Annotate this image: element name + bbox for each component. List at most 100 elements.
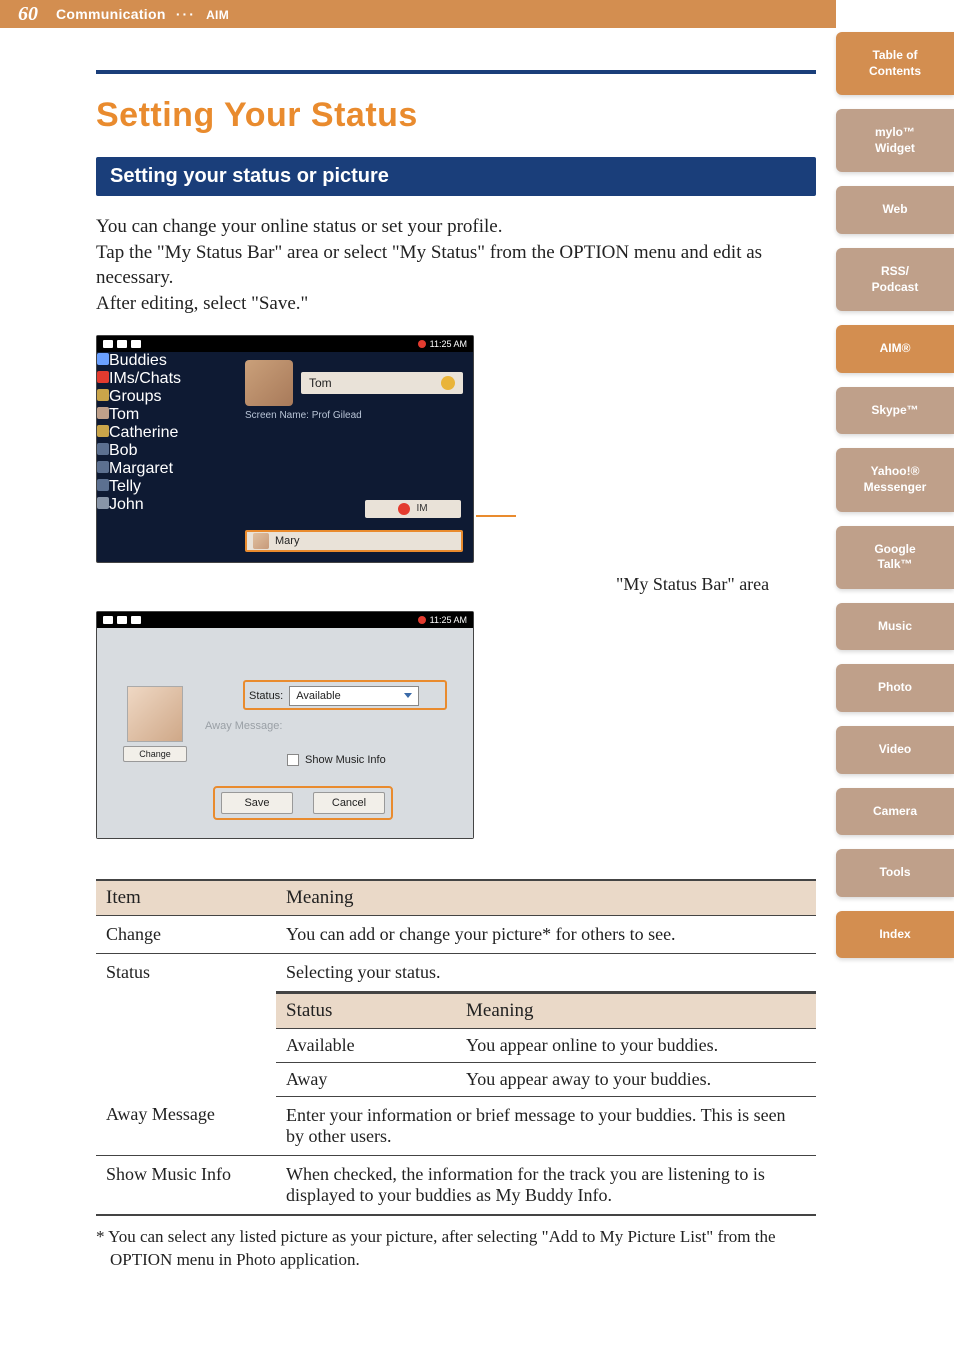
nav-tab[interactable]: Tools bbox=[836, 849, 954, 897]
screenshot-my-status: 11:25 AM My Status Change Status: Availa… bbox=[96, 611, 474, 839]
sidebar-label: Buddies bbox=[109, 352, 167, 369]
contact-row[interactable]: Bob bbox=[97, 442, 229, 460]
contact-name: Bob bbox=[109, 442, 137, 459]
cell-meaning: You appear online to your buddies. bbox=[456, 1028, 816, 1062]
cell-status: Away bbox=[276, 1062, 456, 1096]
clock-text: 11:25 AM bbox=[430, 615, 467, 625]
aim-badge-icon bbox=[441, 376, 455, 390]
table-row: AvailableYou appear online to your buddi… bbox=[276, 1028, 816, 1062]
table-row: Show Music Info When checked, the inform… bbox=[96, 1155, 816, 1215]
breadcrumb-section: Communication bbox=[56, 6, 166, 22]
nav-tab[interactable]: Photo bbox=[836, 664, 954, 712]
person-icon bbox=[97, 443, 109, 455]
chat-icon bbox=[131, 616, 141, 624]
contact-row-tom[interactable]: Tom bbox=[97, 406, 229, 424]
show-music-label: Show Music Info bbox=[305, 754, 386, 766]
screen-name-label: Screen Name: bbox=[245, 410, 309, 421]
rec-dot-icon bbox=[418, 340, 426, 348]
cell-item: Away Message bbox=[96, 1096, 276, 1155]
contact-name: John bbox=[109, 496, 144, 513]
aim-icon bbox=[97, 371, 109, 383]
highlight-frame-status bbox=[243, 680, 447, 710]
sidebar-label: Groups bbox=[109, 388, 161, 405]
table-row: Status Selecting your status. bbox=[96, 953, 816, 991]
contact-row[interactable]: Catherine bbox=[97, 424, 229, 442]
rec-dot-icon bbox=[418, 616, 426, 624]
nav-tab[interactable]: Skype™ bbox=[836, 387, 954, 435]
groups-icon bbox=[97, 389, 109, 401]
avatar-thumb-icon bbox=[97, 407, 109, 419]
buddies-icon bbox=[97, 353, 109, 365]
contact-name: Tom bbox=[109, 406, 139, 423]
page-header: 60 Communication ··· AIM bbox=[0, 0, 836, 28]
wifi-icon bbox=[117, 616, 127, 624]
buddy-sidebar: Buddies IMs/Chats Groups Tom Catherine B… bbox=[97, 352, 229, 562]
body-p1: You can change your online status or set… bbox=[96, 214, 816, 240]
sidebar-item-buddies[interactable]: Buddies bbox=[97, 352, 229, 370]
checkbox[interactable] bbox=[287, 754, 299, 766]
nav-tab[interactable]: Video bbox=[836, 726, 954, 774]
nav-tab[interactable]: GoogleTalk™ bbox=[836, 526, 954, 589]
chat-icon bbox=[131, 340, 141, 348]
im-button[interactable]: IM bbox=[365, 500, 461, 518]
nav-tab[interactable]: Table ofContents bbox=[836, 32, 954, 95]
table-row: Away Message Enter your information or b… bbox=[96, 1096, 816, 1155]
status-subtable: StatusMeaning AvailableYou appear online… bbox=[276, 992, 816, 1096]
contact-name-bar: Tom bbox=[301, 372, 463, 394]
table-row: Change You can add or change your pictur… bbox=[96, 915, 816, 953]
my-status-bar[interactable]: Mary bbox=[245, 530, 463, 552]
nav-tab[interactable]: mylo™Widget bbox=[836, 109, 954, 172]
page-title: Setting Your Status bbox=[96, 96, 816, 135]
im-label: IM bbox=[416, 503, 427, 514]
contact-avatar bbox=[245, 360, 293, 406]
contact-row[interactable]: John bbox=[97, 496, 229, 514]
main-content: Setting Your Status Setting your status … bbox=[96, 70, 816, 1271]
table-row: AwayYou appear away to your buddies. bbox=[276, 1062, 816, 1096]
status-icons bbox=[103, 340, 141, 348]
battery-icon bbox=[103, 340, 113, 348]
person-icon bbox=[97, 479, 109, 491]
body-p3: After editing, select "Save." bbox=[96, 291, 816, 317]
sidebar-item-ims[interactable]: IMs/Chats bbox=[97, 370, 229, 388]
breadcrumb: Communication ··· AIM bbox=[56, 6, 229, 22]
cell-meaning: Selecting your status. bbox=[276, 953, 816, 991]
cell-item: Status bbox=[96, 953, 276, 1096]
show-music-row[interactable]: Show Music Info bbox=[287, 754, 386, 766]
table-header-row: Item Meaning bbox=[96, 880, 816, 916]
breadcrumb-sep: ··· bbox=[176, 6, 196, 22]
right-tab-rail: Table ofContents mylo™Widget Web RSS/Podcas… bbox=[836, 28, 954, 958]
contact-name: Margaret bbox=[109, 460, 173, 477]
aim-dot-icon bbox=[398, 503, 410, 515]
contact-row[interactable]: Telly bbox=[97, 478, 229, 496]
divider-rule bbox=[96, 70, 816, 74]
nav-tab[interactable]: Music bbox=[836, 603, 954, 651]
callout-label: "My Status Bar" area bbox=[616, 574, 769, 595]
contact-row[interactable]: Margaret bbox=[97, 460, 229, 478]
my-status-user: Mary bbox=[275, 535, 299, 547]
screen-name-value: Prof Gilead bbox=[312, 410, 362, 421]
nav-tab[interactable]: Camera bbox=[836, 788, 954, 836]
section-heading: Setting your status or picture bbox=[96, 157, 816, 196]
body-text: You can change your online status or set… bbox=[96, 214, 816, 317]
nav-tab[interactable]: Web bbox=[836, 186, 954, 234]
contact-detail: Tom Screen Name: Prof Gilead bbox=[245, 360, 463, 421]
clock-text: 11:25 AM bbox=[430, 339, 467, 349]
person-icon bbox=[97, 497, 109, 509]
nav-tab[interactable]: RSS/Podcast bbox=[836, 248, 954, 311]
contact-name-text: Tom bbox=[309, 376, 332, 390]
sidebar-item-groups[interactable]: Groups bbox=[97, 388, 229, 406]
away-message-row: Away Message: bbox=[205, 720, 282, 732]
device-status-bar: 11:25 AM bbox=[97, 612, 473, 628]
nav-tab[interactable]: Yahoo!®Messenger bbox=[836, 448, 954, 511]
wifi-icon bbox=[117, 340, 127, 348]
th-item: Item bbox=[96, 880, 276, 916]
nav-tab[interactable]: Index bbox=[836, 911, 954, 959]
screenshot-buddy-list: 11:25 AM Buddies IMs/Chats Groups Tom Ca… bbox=[96, 335, 474, 563]
item-meaning-table: Item Meaning Change You can add or chang… bbox=[96, 879, 816, 1216]
my-status-panel: Change Status: Available Away Message: S… bbox=[97, 628, 473, 838]
nav-tab[interactable]: AIM® bbox=[836, 325, 954, 373]
contact-name: Telly bbox=[109, 478, 141, 495]
body-p2: Tap the "My Status Bar" area or select "… bbox=[96, 240, 816, 291]
page-number: 60 bbox=[18, 3, 38, 26]
change-button[interactable]: Change bbox=[123, 746, 187, 762]
